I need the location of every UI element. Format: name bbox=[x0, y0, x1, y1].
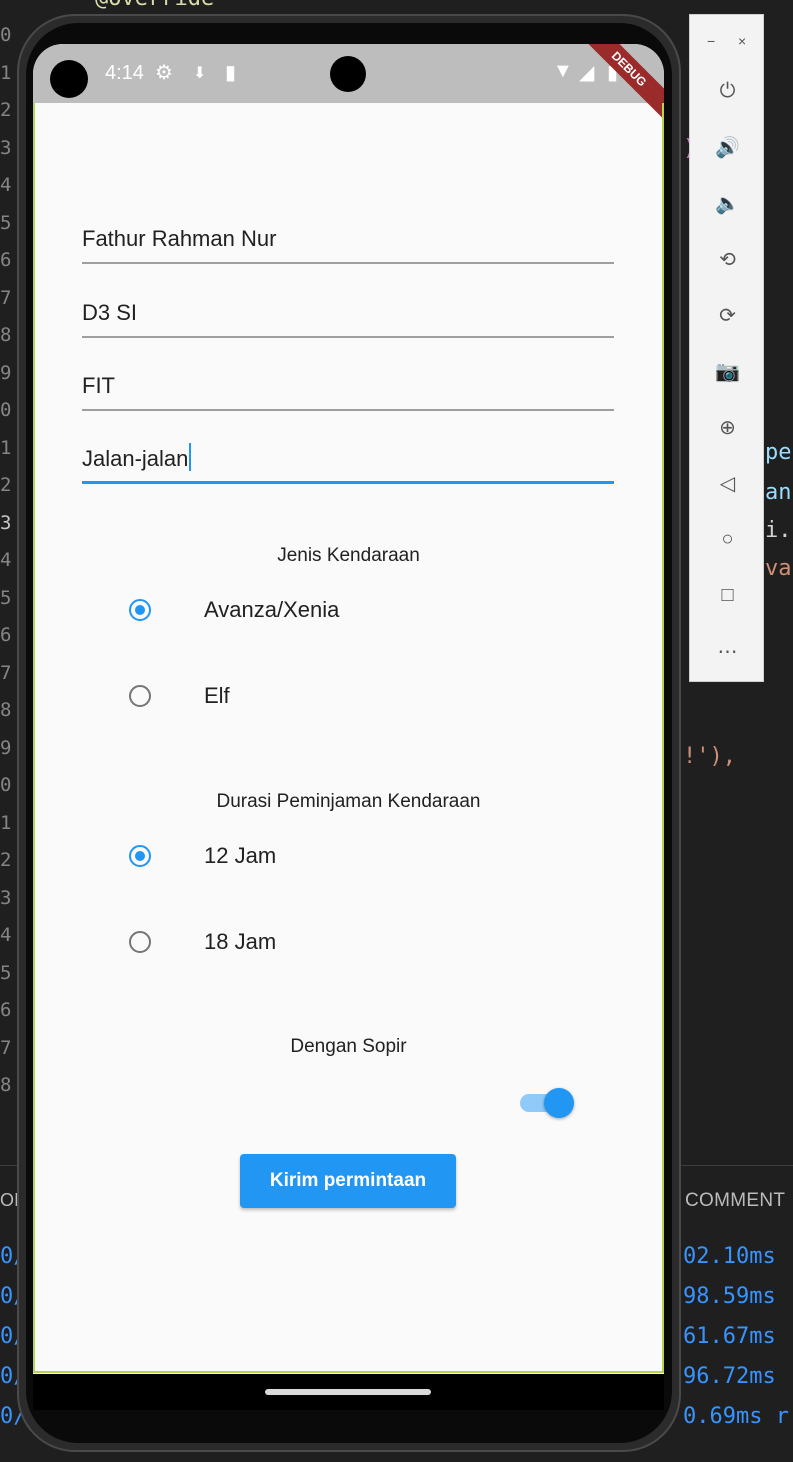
text-cursor bbox=[189, 443, 192, 471]
overview-icon[interactable]: □ bbox=[690, 575, 765, 615]
faculty-value: FIT bbox=[82, 373, 115, 398]
wifi-icon: ▼ bbox=[553, 60, 573, 82]
line-number: 3 bbox=[0, 886, 12, 909]
line-number: 4 bbox=[0, 174, 12, 196]
field-underline-focused bbox=[82, 481, 614, 484]
field-underline bbox=[82, 262, 614, 264]
address-value: Jalan-jalan bbox=[82, 446, 189, 471]
line-number: 5 bbox=[0, 961, 12, 984]
line-number: 3 bbox=[0, 136, 12, 159]
line-number: 6 bbox=[0, 999, 12, 1021]
line-number: 8 bbox=[0, 324, 12, 346]
rotate-right-icon[interactable]: ⟳ bbox=[690, 295, 765, 335]
duration-option-12[interactable]: 12 Jam bbox=[129, 836, 276, 876]
line-number: 4 bbox=[0, 549, 12, 571]
line-number: 0 bbox=[0, 399, 12, 421]
panel-tab-comments[interactable]: COMMENT bbox=[685, 1190, 785, 1212]
line-number: 7 bbox=[0, 661, 12, 684]
log-timing: 96.72ms bbox=[683, 1364, 776, 1389]
address-field[interactable]: Jalan-jalan bbox=[82, 440, 614, 484]
navigation-bar bbox=[33, 1374, 664, 1410]
close-icon[interactable]: × bbox=[738, 33, 746, 49]
line-number: 2 bbox=[0, 99, 12, 121]
code-fragment: i. bbox=[765, 518, 792, 543]
duration-option-18[interactable]: 18 Jam bbox=[129, 922, 276, 962]
program-value: D3 SI bbox=[82, 300, 138, 325]
field-underline bbox=[82, 409, 614, 411]
address-value-wrap: Jalan-jalan bbox=[82, 443, 192, 472]
more-icon[interactable]: ⋯ bbox=[690, 631, 765, 671]
line-number: 5 bbox=[0, 586, 12, 609]
power-icon[interactable]: ⏻ bbox=[690, 71, 765, 111]
name-field[interactable]: Fathur Rahman Nur bbox=[82, 220, 614, 264]
line-number: 3 bbox=[0, 511, 12, 534]
back-icon[interactable]: ◁ bbox=[690, 463, 765, 503]
field-underline bbox=[82, 336, 614, 338]
submit-request-button[interactable]: Kirim permintaan bbox=[240, 1154, 456, 1208]
line-number: 9 bbox=[0, 361, 12, 384]
log-timing: 98.59ms bbox=[683, 1284, 776, 1309]
log-timing: 61.67ms bbox=[683, 1324, 776, 1349]
vehicle-option-label: Elf bbox=[204, 683, 230, 708]
line-number: 1 bbox=[0, 61, 12, 84]
front-camera-cutout bbox=[50, 60, 88, 98]
line-number: 6 bbox=[0, 624, 12, 646]
signal-icon: ◢ bbox=[579, 62, 595, 84]
line-number: 2 bbox=[0, 849, 12, 871]
vehicle-section-title: Jenis Kendaraan bbox=[277, 545, 420, 566]
code-fragment: va bbox=[765, 556, 792, 581]
home-gesture-pill[interactable] bbox=[265, 1389, 431, 1395]
duration-section-title: Durasi Peminjaman Kendaraan bbox=[216, 791, 481, 812]
line-number: 4 bbox=[0, 924, 12, 946]
driver-switch[interactable] bbox=[520, 1087, 576, 1119]
code-fragment: !'), bbox=[683, 744, 736, 769]
radio-selected[interactable] bbox=[129, 599, 151, 621]
line-number: 5 bbox=[0, 211, 12, 234]
log-timing: 0.69ms r bbox=[683, 1404, 789, 1429]
line-number: 1 bbox=[0, 436, 12, 459]
radio-unselected[interactable] bbox=[129, 931, 151, 953]
line-number: 9 bbox=[0, 736, 12, 759]
download-icon: ⬇ bbox=[193, 65, 207, 82]
duration-option-label: 18 Jam bbox=[204, 929, 277, 954]
line-number: 1 bbox=[0, 811, 12, 834]
line-number: 0 bbox=[0, 774, 12, 796]
line-number: 2 bbox=[0, 474, 12, 496]
rotate-left-icon[interactable]: ⟲ bbox=[690, 239, 765, 279]
status-bar: 4:14 ⚙ ⬇ ▮ ▼ ◢ ▮ DEBUG bbox=[33, 44, 664, 123]
app-screen: 4:14 ⚙ ⬇ ▮ ▼ ◢ ▮ DEBUG Fathur Rahman Nur… bbox=[33, 44, 664, 1410]
vehicle-option-label: Avanza/Xenia bbox=[204, 597, 340, 622]
faculty-field[interactable]: FIT bbox=[82, 367, 614, 411]
emulator-toolbar: − × ⏻ 🔊 🔈 ⟲ ⟳ 📷 ⊕ ◁ ○ □ ⋯ bbox=[689, 14, 764, 682]
line-number: 0 bbox=[0, 24, 12, 46]
vehicle-option-avanza[interactable]: Avanza/Xenia bbox=[129, 590, 339, 630]
line-number: 6 bbox=[0, 249, 12, 271]
line-number: 8 bbox=[0, 699, 12, 721]
camera-punch-hole bbox=[330, 56, 366, 92]
radio-unselected[interactable] bbox=[129, 685, 151, 707]
code-fragment: per bbox=[765, 440, 793, 465]
home-icon[interactable]: ○ bbox=[690, 519, 765, 559]
minimize-icon[interactable]: − bbox=[707, 33, 715, 49]
code-fragment: an bbox=[765, 480, 792, 505]
code-override-annotation: @override bbox=[95, 0, 214, 11]
program-field[interactable]: D3 SI bbox=[82, 294, 614, 338]
volume-up-icon[interactable]: 🔊 bbox=[690, 127, 765, 167]
settings-icon: ⚙ bbox=[155, 62, 173, 84]
volume-down-icon[interactable]: 🔈 bbox=[690, 183, 765, 223]
status-time: 4:14 bbox=[105, 62, 144, 84]
vehicle-option-elf[interactable]: Elf bbox=[129, 676, 230, 716]
driver-section-title: Dengan Sopir bbox=[290, 1036, 407, 1057]
zoom-icon[interactable]: ⊕ bbox=[690, 407, 765, 447]
duration-option-label: 12 Jam bbox=[204, 843, 277, 868]
camera-icon[interactable]: 📷 bbox=[690, 351, 765, 391]
sd-card-icon: ▮ bbox=[225, 62, 237, 84]
line-number: 8 bbox=[0, 1074, 12, 1096]
switch-thumb[interactable] bbox=[544, 1088, 574, 1118]
name-value: Fathur Rahman Nur bbox=[82, 226, 277, 251]
log-timing: 02.10ms bbox=[683, 1244, 776, 1269]
line-number: 7 bbox=[0, 1036, 12, 1059]
line-number: 7 bbox=[0, 286, 12, 309]
radio-selected[interactable] bbox=[129, 845, 151, 867]
